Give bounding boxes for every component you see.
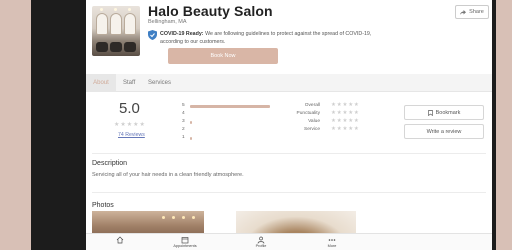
salon-mirror [96, 13, 108, 35]
reviews-link[interactable]: 74 Reviews [118, 132, 145, 138]
business-name: Halo Beauty Salon [148, 3, 273, 19]
category-label: Overall [304, 103, 320, 108]
share-icon [460, 9, 467, 15]
rating-bar-row: 3 [182, 119, 272, 127]
light-fixture [100, 8, 103, 11]
nav-appointments[interactable]: Appointments [165, 236, 205, 250]
tablet-frame: Halo Beauty Salon Bellingham, MA Share C… [31, 0, 496, 250]
average-score: 5.0 [119, 100, 140, 117]
share-label: Share [469, 9, 484, 15]
rating-bar-row: 5 [182, 103, 272, 111]
category-stars: ★★★★★ [331, 102, 360, 108]
calendar-icon [181, 237, 189, 244]
nav-label: More [327, 244, 337, 248]
app-screen: Halo Beauty Salon Bellingham, MA Share C… [86, 0, 492, 250]
category-label: Punctuality [296, 111, 320, 116]
write-review-button[interactable]: Write a review [404, 124, 484, 139]
more-icon [328, 239, 336, 241]
category-label: Service [304, 127, 320, 132]
rating-bar-row: 4 [182, 111, 272, 119]
rating-bar-label: 4 [182, 111, 185, 116]
rating-bar-row: 1 [182, 135, 272, 143]
share-button[interactable]: Share [455, 5, 489, 19]
tab-about[interactable]: About [86, 74, 116, 92]
category-label: Value [308, 119, 320, 124]
average-stars: ★★★★★ [114, 122, 146, 128]
bookmark-button[interactable]: Bookmark [404, 105, 484, 120]
rating-bar-label: 2 [182, 127, 185, 132]
rating-bar-label: 3 [182, 119, 185, 124]
bookmark-label: Bookmark [435, 109, 461, 116]
photos-heading: Photos [92, 202, 114, 209]
business-header: Halo Beauty Salon Bellingham, MA Share C… [86, 0, 492, 72]
bookmark-icon [427, 109, 433, 116]
rating-bar-label: 5 [182, 103, 185, 108]
business-location: Bellingham, MA [148, 19, 187, 25]
category-stars: ★★★★★ [331, 118, 360, 124]
category-stars: ★★★★★ [331, 110, 360, 116]
salon-mirror [110, 13, 122, 35]
nav-label: Appointments [173, 244, 197, 248]
salon-chair [110, 42, 122, 52]
rating-bar-row: 2 [182, 127, 272, 135]
salon-chair [96, 42, 108, 52]
nav-label: Profile [255, 244, 267, 248]
rating-bar-fill [190, 121, 192, 124]
section-divider [92, 192, 486, 193]
home-icon [116, 236, 124, 244]
rating-bar-fill [190, 137, 192, 140]
salon-cover-photo[interactable] [92, 6, 140, 56]
category-row: Service ★★★★★ [286, 126, 376, 135]
nav-home[interactable] [100, 236, 140, 250]
rating-distribution: 5 4 3 2 1 [182, 103, 272, 143]
rating-summary: 5.0 ★★★★★ 74 Reviews 5 4 3 2 1 Overall ★… [86, 92, 492, 152]
rating-bar-fill [190, 105, 270, 108]
nav-more[interactable]: More [312, 236, 352, 250]
profile-tabs: About Staff Services [86, 74, 492, 92]
light-fixture [114, 8, 117, 11]
book-now-button[interactable]: Book Now [168, 48, 278, 64]
person-icon [257, 236, 265, 244]
tab-services[interactable]: Services [148, 74, 171, 92]
bottom-navigation: Appointments Profile More [86, 233, 492, 250]
salon-chair [124, 42, 136, 52]
nav-profile[interactable]: Profile [241, 236, 281, 250]
category-stars: ★★★★★ [331, 126, 360, 132]
shield-check-icon [148, 30, 157, 40]
description-heading: Description [92, 160, 128, 167]
section-divider [92, 153, 486, 154]
salon-mirror [124, 13, 136, 35]
rating-bar-label: 1 [182, 135, 185, 140]
light-fixture [128, 8, 131, 11]
rating-categories: Overall ★★★★★ Punctuality ★★★★★ Value ★★… [286, 102, 376, 135]
description-text: Servicing all of your hair needs in a cl… [92, 172, 244, 178]
covid-text: COVID-19 Ready: We are following guideli… [160, 30, 380, 46]
covid-title: COVID-19 Ready: [160, 31, 204, 37]
tab-staff[interactable]: Staff [123, 74, 135, 92]
